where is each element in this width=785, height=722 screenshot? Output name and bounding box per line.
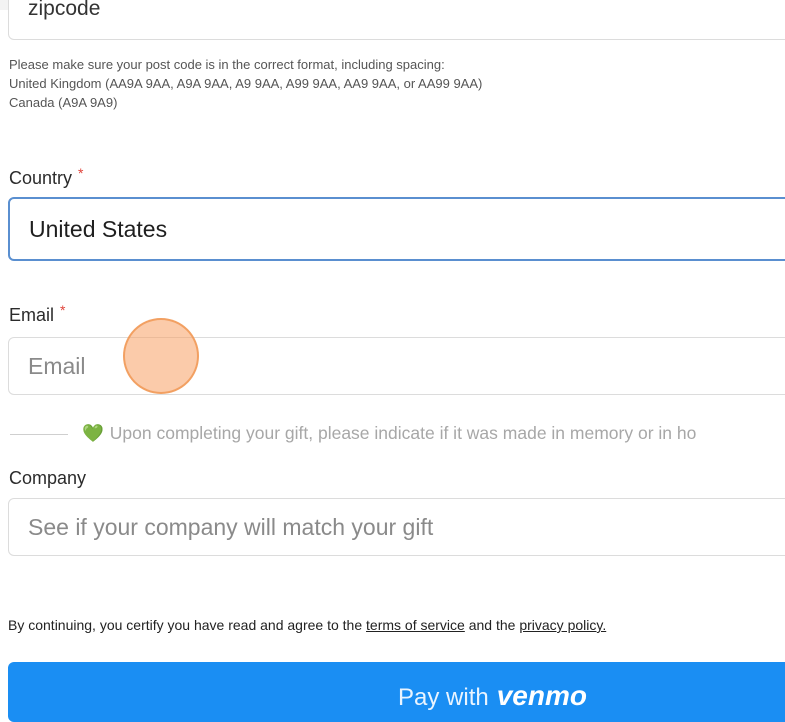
postcode-help-line3: Canada (A9A 9A9) bbox=[9, 95, 118, 110]
legal-notice: By continuing, you certify you have read… bbox=[8, 617, 606, 633]
required-asterisk: * bbox=[60, 302, 66, 318]
company-search-field[interactable]: See if your company will match your gift bbox=[8, 498, 785, 556]
legal-prefix: By continuing, you certify you have read… bbox=[8, 617, 363, 633]
pay-button-label: Pay with bbox=[398, 684, 489, 711]
legal-middle: and the bbox=[468, 617, 516, 633]
country-label: Country * bbox=[9, 165, 84, 189]
note-divider bbox=[10, 434, 68, 435]
company-placeholder: See if your company will match your gift bbox=[28, 513, 434, 540]
venmo-logo: venmo bbox=[496, 680, 587, 711]
memory-note-text: Upon completing your gift, please indica… bbox=[109, 423, 697, 443]
zipcode-value: zipcode bbox=[28, 0, 101, 20]
zipcode-field[interactable]: zipcode bbox=[8, 0, 785, 40]
email-label: Email * bbox=[9, 302, 66, 326]
privacy-policy-link[interactable]: privacy policy. bbox=[519, 617, 606, 633]
memory-note: 💚 Upon completing your gift, please indic… bbox=[82, 423, 696, 444]
company-label-text: Company bbox=[9, 468, 87, 488]
required-asterisk: * bbox=[78, 165, 84, 181]
postcode-help-line2: United Kingdom (AA9A 9AA, A9A 9AA, A9 9A… bbox=[9, 76, 483, 91]
country-label-text: Country bbox=[9, 168, 73, 188]
terms-of-service-link[interactable]: terms of service bbox=[366, 617, 465, 633]
postcode-help: Please make sure your post code is in th… bbox=[9, 55, 482, 112]
country-value: United States bbox=[29, 215, 168, 242]
postcode-help-line1: Please make sure your post code is in th… bbox=[9, 57, 445, 72]
pay-with-venmo-button[interactable]: Pay with venmo bbox=[8, 662, 785, 722]
email-placeholder: Email bbox=[28, 352, 86, 379]
country-select[interactable]: United States bbox=[8, 197, 785, 261]
click-indicator bbox=[123, 318, 199, 394]
heart-icon: 💚 bbox=[82, 423, 104, 443]
company-label: Company bbox=[9, 468, 86, 489]
email-label-text: Email bbox=[9, 305, 55, 325]
